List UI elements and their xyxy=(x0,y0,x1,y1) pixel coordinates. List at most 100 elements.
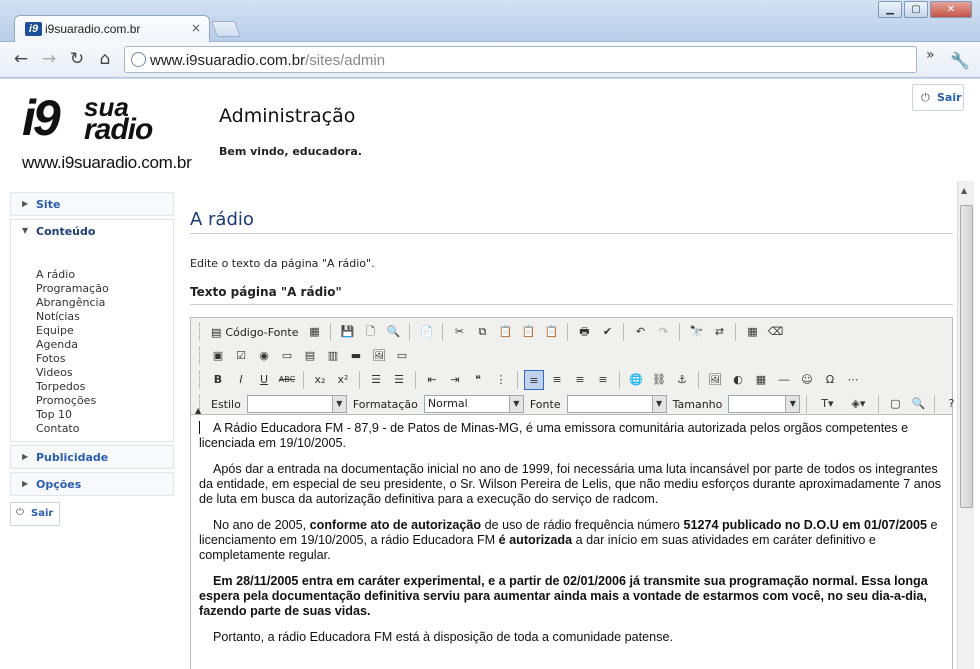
hidden-field-icon[interactable]: ▭ xyxy=(392,346,412,366)
submenu-item[interactable]: Top 10 xyxy=(36,408,173,422)
align-left-icon[interactable]: ≡ xyxy=(524,370,544,390)
address-bar[interactable]: www.i9suaradio.com.br/sites/admin xyxy=(124,46,917,73)
show-blocks-icon[interactable]: 🔍 xyxy=(908,394,928,414)
page-scrollbar[interactable]: ▲ xyxy=(957,181,974,669)
radio-icon[interactable]: ◉ xyxy=(254,346,274,366)
replace-icon[interactable]: ⇄ xyxy=(709,322,729,342)
align-center-icon[interactable]: ≡ xyxy=(547,370,567,390)
sidebar-item-site[interactable]: ▶ Site xyxy=(10,192,174,216)
redo-icon[interactable]: ↷ xyxy=(653,322,673,342)
bookmarks-overflow-icon[interactable]: » xyxy=(926,47,935,63)
maximize-button[interactable]: ▢ xyxy=(904,1,928,18)
numbered-list-icon[interactable]: ☰ xyxy=(366,370,386,390)
font-select[interactable]: ▼ xyxy=(566,395,667,413)
submenu-item[interactable]: Programação xyxy=(36,282,173,296)
browser-tab[interactable]: i9 i9suaradio.com.br × xyxy=(14,15,210,42)
submenu-item[interactable]: Torpedos xyxy=(36,380,173,394)
sidebar-item-opcoes[interactable]: ▶ Opções xyxy=(10,472,174,496)
templates-icon[interactable]: 📄 xyxy=(416,322,436,342)
flash-icon[interactable]: ◐ xyxy=(728,370,748,390)
submenu-item[interactable]: Equipe xyxy=(36,324,173,338)
submenu-item[interactable]: A rádio xyxy=(36,268,173,282)
align-right-icon[interactable]: ≡ xyxy=(570,370,590,390)
superscript-icon[interactable]: x² xyxy=(333,370,353,390)
submenu-item[interactable]: Promoções xyxy=(36,394,173,408)
image-button-icon[interactable]: 🖼 xyxy=(369,346,389,366)
new-tab-button[interactable] xyxy=(211,21,241,37)
blockquote-icon[interactable]: ❝ xyxy=(468,370,488,390)
link-icon[interactable]: 🌐 xyxy=(626,370,646,390)
unlink-icon[interactable]: ⛓ xyxy=(649,370,669,390)
indent-icon[interactable]: ⇥ xyxy=(445,370,465,390)
paste-word-icon[interactable]: 📋 xyxy=(541,322,561,342)
cut-icon[interactable]: ✂ xyxy=(449,322,469,342)
sidebar-item-publicidade[interactable]: ▶ Publicidade xyxy=(10,445,174,469)
editor-paragraph: Após dar a entrada na documentação inici… xyxy=(199,462,942,506)
new-page-icon[interactable]: 🗋 xyxy=(360,322,380,342)
print-icon[interactable]: 🖶 xyxy=(574,322,594,342)
forward-icon[interactable]: → xyxy=(38,50,60,68)
underline-icon[interactable]: U xyxy=(254,370,274,390)
anchor-icon[interactable]: ⚓ xyxy=(672,370,692,390)
submenu-item[interactable]: Videos xyxy=(36,366,173,380)
submenu-item[interactable]: Abrangência xyxy=(36,296,173,310)
table-icon[interactable]: ▦ xyxy=(751,370,771,390)
image-icon[interactable]: 🖼 xyxy=(705,370,725,390)
paste-icon[interactable]: 📋 xyxy=(495,322,515,342)
special-char-icon[interactable]: Ω xyxy=(820,370,840,390)
submenu-item[interactable]: Notícias xyxy=(36,310,173,324)
bullet-list-icon[interactable]: ☰ xyxy=(389,370,409,390)
wrench-icon[interactable]: 🔧 xyxy=(950,51,970,70)
subscript-icon[interactable]: x₂ xyxy=(310,370,330,390)
back-icon[interactable]: ← xyxy=(10,50,32,68)
select-all-icon[interactable]: ▦ xyxy=(742,322,762,342)
source-button[interactable]: ▤ Código-Fonte xyxy=(208,326,301,339)
page-break-icon[interactable]: ⋯ xyxy=(843,370,863,390)
remove-format-icon[interactable]: ⌫ xyxy=(765,322,785,342)
outdent-icon[interactable]: ⇤ xyxy=(422,370,442,390)
editor-content[interactable]: A Rádio Educadora FM - 87,9 - de Patos d… xyxy=(191,414,952,669)
paste-text-icon[interactable]: 📋 xyxy=(518,322,538,342)
div-container-icon[interactable]: ⋮ xyxy=(491,370,511,390)
url-text: www.i9suaradio.com.br/sites/admin xyxy=(150,52,386,69)
scroll-up-icon[interactable]: ▲ xyxy=(961,186,967,195)
tab-close-icon[interactable]: × xyxy=(191,21,201,35)
logout-button-sidebar[interactable]: ⏻ Sair xyxy=(10,502,60,526)
undo-icon[interactable]: ↶ xyxy=(630,322,650,342)
button-field-icon[interactable]: ▬ xyxy=(346,346,366,366)
preview-template-icon[interactable]: ▦ xyxy=(304,322,324,342)
select-field-icon[interactable]: ▥ xyxy=(323,346,343,366)
logout-button-top[interactable]: ⏻ Sair xyxy=(912,84,964,111)
home-icon[interactable]: ⌂ xyxy=(94,50,116,68)
preview-icon[interactable]: 🔍 xyxy=(383,322,403,342)
minimize-button[interactable]: ▁ xyxy=(878,1,902,18)
bold-icon[interactable]: B xyxy=(208,370,228,390)
checkbox-icon[interactable]: ☑ xyxy=(231,346,251,366)
textfield-icon[interactable]: ▭ xyxy=(277,346,297,366)
size-select[interactable]: ▼ xyxy=(728,395,801,413)
italic-icon[interactable]: I xyxy=(231,370,251,390)
scrollbar-thumb[interactable] xyxy=(960,205,973,508)
spellcheck-icon[interactable]: ✔ xyxy=(597,322,617,342)
find-icon[interactable]: 🔭 xyxy=(686,322,706,342)
reload-icon[interactable]: ↻ xyxy=(66,50,88,68)
align-justify-icon[interactable]: ≡ xyxy=(593,370,613,390)
maximize-editor-icon[interactable]: ▢ xyxy=(885,394,905,414)
smiley-icon[interactable]: ☺ xyxy=(797,370,817,390)
submenu-item[interactable]: Contato xyxy=(36,422,173,436)
submenu-item[interactable]: Agenda xyxy=(36,338,173,352)
copy-icon[interactable]: ⧉ xyxy=(472,322,492,342)
form-icon[interactable]: ▣ xyxy=(208,346,228,366)
close-window-button[interactable]: ✕ xyxy=(930,1,972,18)
style-select[interactable]: ▼ xyxy=(246,395,347,413)
background-color-icon[interactable]: ◈▾ xyxy=(844,394,872,414)
format-select[interactable]: Normal ▼ xyxy=(423,395,524,413)
textarea-icon[interactable]: ▤ xyxy=(300,346,320,366)
sidebar-item-conteudo[interactable]: ▼ Conteúdo xyxy=(10,219,174,243)
submenu-item[interactable]: Fotos xyxy=(36,352,173,366)
text-color-icon[interactable]: T▾ xyxy=(813,394,841,414)
strikethrough-icon[interactable]: ABC xyxy=(277,370,297,390)
tab-title: i9suaradio.com.br xyxy=(45,22,141,36)
save-icon[interactable]: 💾 xyxy=(337,322,357,342)
horizontal-rule-icon[interactable]: ― xyxy=(774,370,794,390)
